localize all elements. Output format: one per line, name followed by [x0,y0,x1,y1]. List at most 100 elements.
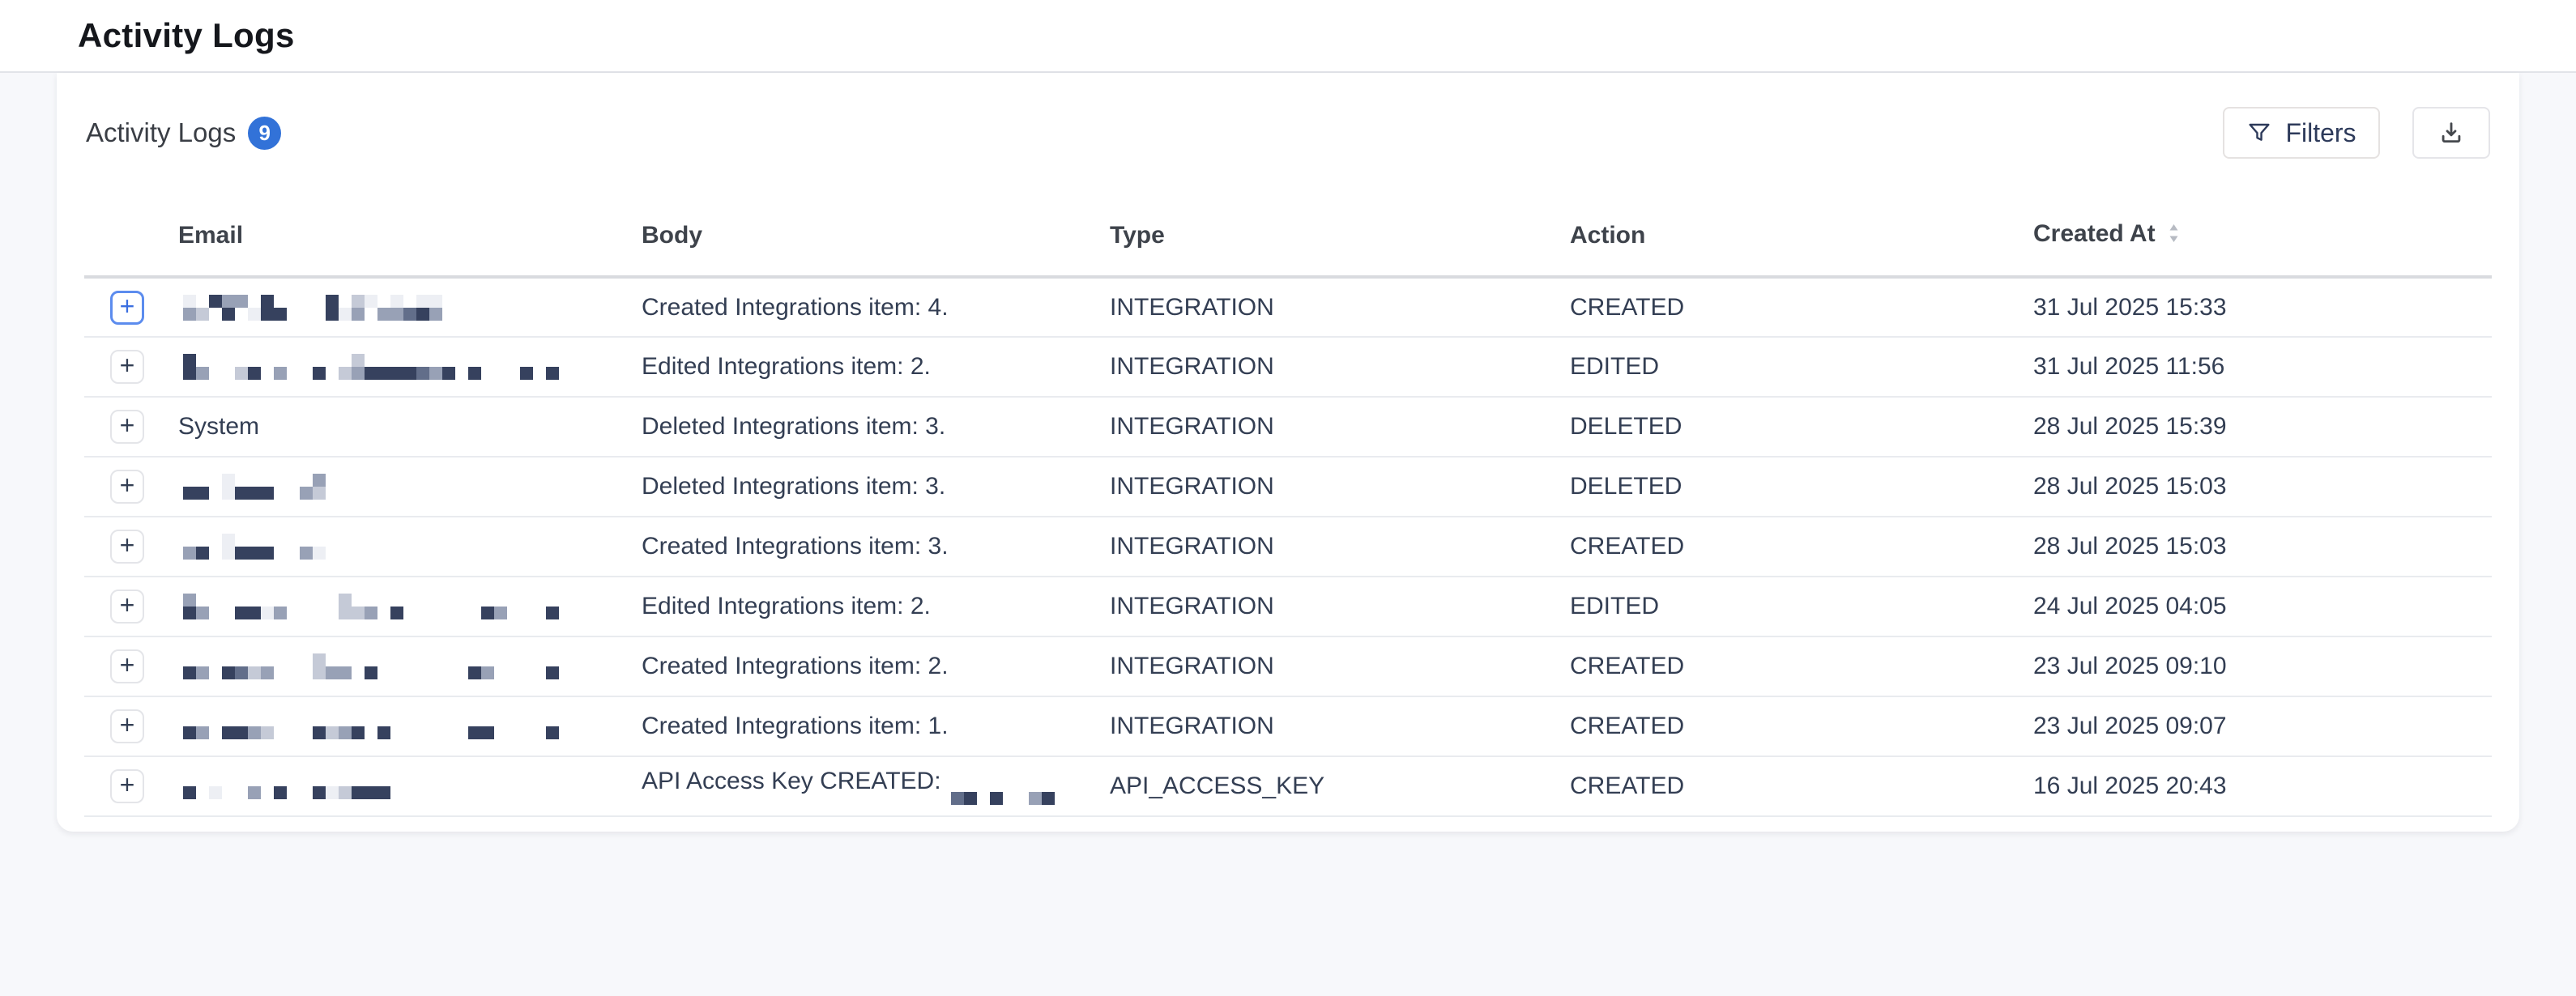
expand-row-button[interactable]: + [110,291,144,325]
email-cell [178,756,642,816]
email-text: System [178,413,259,440]
table-row: + Edited Integrations item: 2. INTEGRATION… [84,577,2492,636]
expand-row-button[interactable]: + [110,350,144,384]
body-cell: API Access Key CREATED: [642,756,1110,816]
download-icon [2437,119,2465,147]
download-button[interactable] [2412,107,2490,159]
created-at-cell: 28 Jul 2025 15:03 [2033,517,2492,577]
body-text: API Access Key CREATED: [642,768,941,794]
expand-cell: + [84,756,178,816]
type-cell: INTEGRATION [1110,696,1570,756]
content-area: Activity Logs 9 Filters [0,73,2576,832]
body-cell: Deleted Integrations item: 3. [642,457,1110,517]
expand-row-button[interactable]: + [110,649,144,683]
email-cell [178,337,642,397]
action-cell: CREATED [1570,277,2033,337]
expand-cell: + [84,517,178,577]
email-cell [178,277,642,337]
body-cell: Created Integrations item: 1. [642,696,1110,756]
panel-title: Activity Logs [86,117,236,148]
action-cell: CREATED [1570,696,2033,756]
expand-row-button[interactable]: + [110,530,144,564]
created-at-column-header[interactable]: Created At [2033,202,2492,277]
body-cell: Edited Integrations item: 2. [642,577,1110,636]
body-text: Created Integrations item: 2. [642,653,949,679]
filters-button-label: Filters [2285,118,2356,148]
email-cell: System [178,397,642,457]
type-cell: API_ACCESS_KEY [1110,756,1570,816]
email-cell [178,636,642,696]
type-cell: INTEGRATION [1110,517,1570,577]
redacted-text [183,653,642,679]
action-cell: DELETED [1570,457,2033,517]
table-row: + Created Integrations item: 2. INTEGRATIO… [84,636,2492,696]
sort-arrows-icon [2167,222,2181,251]
body-column-header: Body [642,202,1110,277]
redacted-text [183,295,642,321]
expand-row-button[interactable]: + [110,769,144,803]
created-at-cell: 28 Jul 2025 15:39 [2033,397,2492,457]
table-row: + Created Integrations item: 3. INTEGRATIO… [84,517,2492,577]
action-cell: CREATED [1570,517,2033,577]
body-cell: Deleted Integrations item: 3. [642,397,1110,457]
table-row: + Edited Integrations item: 2. INTEGRATION… [84,337,2492,397]
action-cell: CREATED [1570,756,2033,816]
expand-cell: + [84,696,178,756]
body-cell: Edited Integrations item: 2. [642,337,1110,397]
expand-row-button[interactable]: + [110,410,144,444]
type-cell: INTEGRATION [1110,577,1570,636]
expand-row-button[interactable]: + [110,470,144,504]
type-column-header: Type [1110,202,1570,277]
table-row: + Created Integrations item: 4. INTEGRATIO… [84,277,2492,337]
expand-cell: + [84,577,178,636]
table-row: + API Access Key CREATED: API_ACCESS_KEYCR… [84,756,2492,816]
type-cell: INTEGRATION [1110,277,1570,337]
filter-funnel-icon [2246,120,2272,146]
email-column-header: Email [178,202,642,277]
table-row: + Created Integrations item: 1. INTEGRATIO… [84,696,2492,756]
expand-cell: + [84,277,178,337]
body-text: Created Integrations item: 1. [642,713,949,739]
redacted-text [183,773,642,799]
table-row: + System Deleted Integrations item: 3. INTE… [84,397,2492,457]
type-cell: INTEGRATION [1110,457,1570,517]
body-text: Edited Integrations item: 2. [642,353,931,380]
created-at-cell: 23 Jul 2025 09:07 [2033,696,2492,756]
body-text: Deleted Integrations item: 3. [642,413,945,440]
body-cell: Created Integrations item: 2. [642,636,1110,696]
table-body: + Created Integrations item: 4. INTEGRATIO… [84,277,2492,816]
created-at-cell: 23 Jul 2025 09:10 [2033,636,2492,696]
redacted-text [183,354,642,380]
type-cell: INTEGRATION [1110,397,1570,457]
type-cell: INTEGRATION [1110,636,1570,696]
action-cell: CREATED [1570,636,2033,696]
action-cell: DELETED [1570,397,2033,457]
filters-button[interactable]: Filters [2223,107,2380,159]
panel-header: Activity Logs 9 Filters [84,99,2492,160]
email-cell [178,517,642,577]
expand-row-button[interactable]: + [110,590,144,624]
expand-cell: + [84,397,178,457]
type-cell: INTEGRATION [1110,337,1570,397]
activity-logs-panel: Activity Logs 9 Filters [57,73,2519,832]
created-at-cell: 24 Jul 2025 04:05 [2033,577,2492,636]
expand-row-button[interactable]: + [110,709,144,743]
body-text: Edited Integrations item: 2. [642,593,931,619]
body-text: Created Integrations item: 4. [642,294,949,321]
expand-cell: + [84,457,178,517]
redacted-text [183,474,642,500]
table-header-row: Email Body Type Action Created At [84,202,2492,277]
created-at-cell: 16 Jul 2025 20:43 [2033,756,2492,816]
email-cell [178,696,642,756]
count-badge: 9 [248,117,281,150]
email-cell [178,457,642,517]
created-at-header-label: Created At [2033,220,2156,247]
redacted-text [951,779,1055,805]
body-cell: Created Integrations item: 3. [642,517,1110,577]
body-text: Created Integrations item: 3. [642,533,949,560]
panel-title-group: Activity Logs 9 [86,117,281,150]
page-header: Activity Logs [0,0,2576,73]
panel-actions: Filters [2223,107,2490,159]
email-cell [178,577,642,636]
action-cell: EDITED [1570,577,2033,636]
